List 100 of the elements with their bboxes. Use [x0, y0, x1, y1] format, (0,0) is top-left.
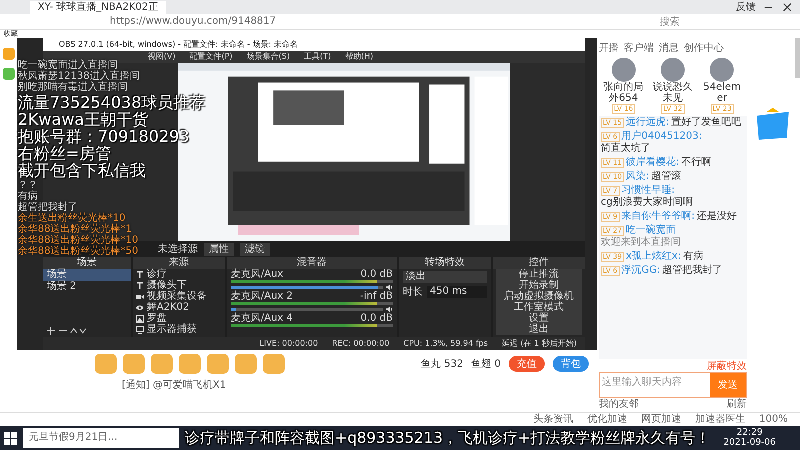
- gift-icon[interactable]: [151, 354, 173, 374]
- menu-item[interactable]: 配置文件(P): [190, 51, 233, 63]
- camera-icon: [136, 292, 144, 300]
- refresh-link[interactable]: 刷新: [727, 398, 747, 412]
- banner-text: 诊疗带牌子和阵容截图+q893335213，飞机诊疗+打法教学粉丝牌永久有号！: [185, 428, 711, 448]
- danmaku-text: ？？: [18, 180, 38, 191]
- block-effects-toggle[interactable]: 屏蔽特效: [707, 359, 747, 372]
- status-item[interactable]: 加速器医生: [695, 413, 746, 426]
- text-icon: [136, 282, 144, 290]
- backpack-button[interactable]: 背包: [553, 356, 589, 372]
- chat-user[interactable]: 风染:: [626, 171, 650, 183]
- transition-dropdown[interactable]: 淡出: [403, 271, 487, 283]
- enter-notice: 秋风萧瑟12138进入直播间: [18, 71, 140, 82]
- address-field[interactable]: https://www.douyu.com/9148817: [110, 14, 652, 28]
- top-user-name: 张向的局外654: [602, 82, 645, 104]
- duration-field[interactable]: 450 ms: [427, 286, 487, 298]
- status-item[interactable]: 网页加速: [641, 413, 682, 426]
- gift-icon[interactable]: [179, 354, 201, 374]
- gift-icon[interactable]: [123, 354, 145, 374]
- source-item[interactable]: 摄像头下: [147, 280, 187, 291]
- source-item[interactable]: 舞A2K02: [147, 302, 190, 313]
- windows-start-icon[interactable]: [4, 432, 17, 444]
- taskbar-clock[interactable]: 22:29 2021-09-06: [724, 428, 796, 448]
- gift-icon[interactable]: [235, 354, 257, 374]
- gift-notice: 余生送出粉丝荧光棒*10: [18, 213, 126, 224]
- enter-notice: 别吃那喵有毒进入直播间: [18, 82, 128, 93]
- track-name: 麦克风/Aux: [231, 269, 284, 280]
- chat-user[interactable]: x孤上炫红x:: [626, 251, 682, 263]
- source-item[interactable]: 诊疗: [147, 269, 167, 280]
- friends-title: 我的友邻: [599, 398, 639, 412]
- taskbar-search-field[interactable]: 元旦节假9月21日...: [23, 428, 179, 448]
- chat-message: 超管滚: [651, 171, 682, 183]
- status-item[interactable]: 优化加速: [587, 413, 628, 426]
- browser-tab[interactable]: XY- 球球直播_NBA2K02正: [30, 0, 166, 14]
- menu-item[interactable]: 帮助(H): [345, 51, 374, 63]
- cpu-status: CPU: 1.3%, 59.94 fps: [404, 338, 488, 350]
- control-button[interactable]: 工作室模式: [496, 302, 582, 313]
- control-button[interactable]: 停止推流: [496, 269, 582, 280]
- scene-item[interactable]: 场景 2: [43, 281, 131, 293]
- app-icon[interactable]: [2, 68, 14, 80]
- status-item[interactable]: 100%: [759, 413, 788, 426]
- avatar[interactable]: [660, 58, 685, 82]
- nav-link[interactable]: 客户端: [624, 41, 654, 55]
- chat-message: 不行啊: [681, 157, 712, 169]
- track-reading: -inf dB: [360, 291, 393, 302]
- chat-user[interactable]: 用户040451203:: [622, 131, 702, 143]
- gift-notice: 余华88送出粉丝荧光棒*50: [18, 246, 138, 257]
- chat-user[interactable]: 彼岸看樱花:: [626, 157, 680, 169]
- chat-user[interactable]: 浮沉GG:: [622, 265, 660, 277]
- speaker-icon[interactable]: [386, 284, 393, 290]
- chat-user[interactable]: 远行远虎:: [626, 117, 670, 129]
- monitor-icon: [136, 326, 144, 334]
- menu-item[interactable]: 工具(T): [304, 51, 332, 63]
- danmaku-text: 超管把我封了: [18, 202, 78, 213]
- dock-title: 来源: [133, 257, 225, 269]
- gift-notice: 余华88送出粉丝荧光棒*10: [18, 235, 138, 246]
- track-name: 麦克风/Aux 2: [231, 291, 294, 302]
- close-icon[interactable]: [783, 2, 792, 12]
- danmaku-text: 有病: [18, 191, 38, 202]
- nav-link[interactable]: 开播: [599, 41, 619, 55]
- promo-text: 截开包含下私信我: [18, 162, 147, 179]
- source-item[interactable]: 视频采集设备: [147, 291, 207, 302]
- feedback-link[interactable]: 反馈: [736, 0, 756, 14]
- nav-link[interactable]: 消息: [659, 41, 679, 55]
- chat-user[interactable]: 吃一碗宽面: [626, 225, 676, 237]
- nav-link[interactable]: 创作中心: [684, 41, 724, 55]
- menu-item[interactable]: 场景集合(S): [246, 51, 290, 63]
- fish-fin-count: 鱼翅 0: [471, 358, 501, 371]
- source-item[interactable]: 显示器捕获: [147, 324, 197, 335]
- control-button[interactable]: 设置: [496, 313, 582, 324]
- track-name: 麦克风/Aux 4: [231, 313, 294, 324]
- volume-slider[interactable]: [231, 308, 383, 310]
- control-button[interactable]: 退出: [496, 324, 582, 335]
- avatar[interactable]: [710, 58, 734, 82]
- gift-icon[interactable]: [263, 354, 285, 374]
- recharge-button[interactable]: 充值: [509, 356, 545, 372]
- source-item[interactable]: 罗盘: [147, 313, 167, 324]
- speaker-icon[interactable]: [386, 306, 393, 312]
- source-button[interactable]: 滤镜: [240, 242, 270, 256]
- chat-user[interactable]: 来自你牛爷爷啊:: [622, 211, 695, 223]
- dock-title: 场景: [43, 257, 131, 269]
- gift-icon[interactable]: [95, 354, 117, 374]
- source-button[interactable]: 属性: [204, 242, 234, 256]
- track-reading: 0.0 dB: [360, 269, 393, 280]
- gift-icon[interactable]: [207, 354, 229, 374]
- eye-icon: [136, 304, 144, 312]
- chat-user[interactable]: 习惯性早睡:: [622, 185, 675, 197]
- search-field[interactable]: 搜索: [660, 14, 750, 28]
- notice-text: [通知] @可爱喵飞机X1: [122, 380, 226, 391]
- control-button[interactable]: 启动虚拟摄像机: [496, 291, 582, 302]
- scene-item[interactable]: 场景: [43, 269, 131, 281]
- status-item[interactable]: 头条资讯: [533, 413, 574, 426]
- list-toolbar-icon[interactable]: [47, 327, 87, 335]
- control-button[interactable]: 开始录制: [496, 280, 582, 291]
- chat-message: cg别浪费大家时间啊: [601, 197, 693, 209]
- top-user-name: 54elemer: [702, 82, 742, 104]
- scrollbar-thumb[interactable]: [795, 38, 800, 78]
- avatar[interactable]: [612, 58, 636, 82]
- chat-message: 置好了发鱼吧吧: [671, 117, 742, 129]
- menu-item[interactable]: 视图(V): [148, 51, 176, 63]
